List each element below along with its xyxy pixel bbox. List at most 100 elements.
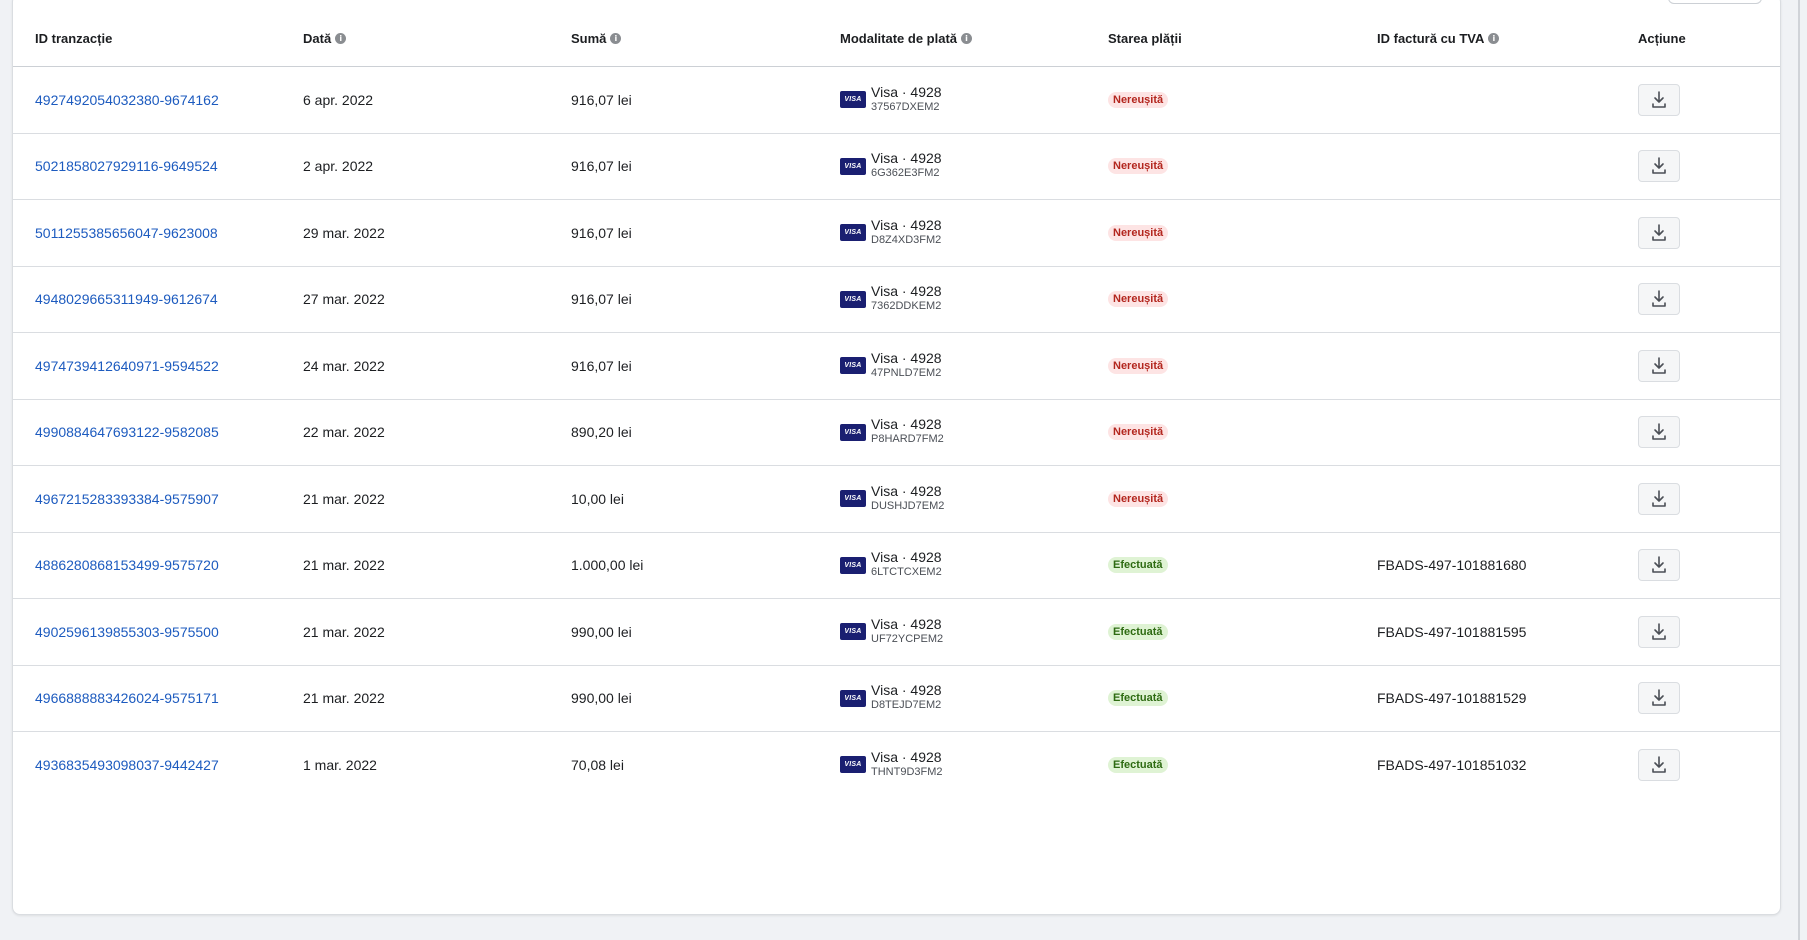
column-header-label: Modalitate de plată [840, 31, 958, 46]
cell-action [1638, 466, 1680, 532]
column-header-date: Dată i [303, 11, 347, 66]
transaction-id-link[interactable]: 4948029665311949-9612674 [35, 291, 218, 307]
cell-payment-status: Efectuată [1108, 599, 1168, 665]
cell-transaction-id: 4974739412640971-9594522 [35, 333, 219, 399]
info-icon[interactable]: i [961, 33, 973, 44]
column-header-label: Acțiune [1638, 31, 1686, 46]
cell-payment-status: Efectuată [1108, 666, 1168, 732]
column-header-label: Dată [303, 31, 332, 46]
table-row: 4902596139855303-9575500 21 mar. 2022 990,… [13, 599, 1780, 666]
download-icon [1652, 755, 1666, 773]
payment-reference: D8Z4XD3FM2 [871, 233, 942, 246]
download-icon [1652, 622, 1666, 640]
download-button[interactable] [1638, 349, 1680, 382]
transaction-id-link[interactable]: 4966888883426024-9575171 [35, 690, 219, 706]
payment-reference: 47PNLD7EM2 [871, 366, 942, 379]
column-header-payment-status: Starea plății [1108, 11, 1182, 66]
transaction-id-link[interactable]: 4902596139855303-9575500 [35, 624, 219, 640]
payment-reference: DUSHJD7EM2 [871, 499, 945, 512]
transactions-table: ID tranzacție Dată i Sumă i Modalitate de pla… [12, 0, 1781, 915]
cell-date: 24 mar. 2022 [303, 357, 385, 374]
visa-card-icon: VISA [840, 623, 866, 641]
visa-card-icon: VISA [840, 224, 866, 242]
payment-reference: D8TEJD7EM2 [871, 699, 942, 712]
download-icon [1652, 223, 1666, 241]
payment-method-label: Visa · 4928 [871, 283, 942, 300]
cell-action [1638, 134, 1680, 200]
cell-payment-status: Nereușită [1108, 67, 1169, 133]
download-button[interactable] [1638, 682, 1680, 715]
cell-date: 6 apr. 2022 [303, 91, 374, 108]
page-scrollbar[interactable] [1798, 0, 1800, 940]
download-button[interactable] [1638, 748, 1680, 781]
payment-method: VISA Visa · 4928 7362DDKEM2 [840, 284, 942, 314]
table-row: 5011255385656047-9623008 29 mar. 2022 916,… [13, 200, 1780, 267]
cell-payment-method: VISA Visa · 4928 37567DXEM2 [840, 67, 942, 133]
transaction-id-link[interactable]: 4967215283393384-9575907 [35, 491, 219, 507]
cell-vat-invoice-id: FBADS-497-101851032 [1377, 756, 1527, 773]
table-row: 4936835493098037-9442427 1 mar. 2022 70,08… [13, 732, 1780, 798]
transaction-id-link[interactable]: 5021858027929116-9649524 [35, 158, 218, 174]
download-button[interactable] [1638, 482, 1680, 515]
visa-card-icon: VISA [840, 357, 866, 375]
top-control-edge[interactable] [1668, 0, 1762, 4]
cell-date: 21 mar. 2022 [303, 690, 385, 707]
cell-payment-status: Efectuată [1108, 732, 1168, 798]
cell-transaction-id: 4927492054032380-9674162 [35, 67, 219, 133]
download-button[interactable] [1638, 549, 1680, 582]
status-badge: Efectuată [1108, 623, 1168, 640]
payment-method: VISA Visa · 4928 6G362E3FM2 [840, 151, 942, 181]
cell-payment-method: VISA Visa · 4928 D8Z4XD3FM2 [840, 200, 942, 266]
cell-date: 2 apr. 2022 [303, 158, 374, 175]
info-icon[interactable]: i [1488, 33, 1500, 44]
visa-card-icon: VISA [840, 91, 866, 109]
column-header-vat-invoice-id: ID factură cu TVA i [1377, 11, 1500, 66]
cell-payment-method: VISA Visa · 4928 7362DDKEM2 [840, 267, 942, 333]
info-icon[interactable]: i [610, 33, 622, 44]
cell-amount: 70,08 lei [571, 756, 624, 773]
cell-transaction-id: 5011255385656047-9623008 [35, 200, 218, 266]
cell-action [1638, 666, 1680, 732]
cell-payment-method: VISA Visa · 4928 47PNLD7EM2 [840, 333, 942, 399]
download-icon [1652, 90, 1666, 108]
cell-transaction-id: 4967215283393384-9575907 [35, 466, 219, 532]
cell-transaction-id: 4948029665311949-9612674 [35, 267, 218, 333]
download-button[interactable] [1638, 83, 1680, 116]
cell-transaction-id: 4936835493098037-9442427 [35, 732, 219, 798]
payment-method-label: Visa · 4928 [871, 615, 942, 632]
transaction-id-link[interactable]: 5011255385656047-9623008 [35, 225, 218, 241]
payment-reference: P8HARD7FM2 [871, 433, 944, 446]
payment-method-label: Visa · 4928 [871, 349, 942, 366]
payment-method: VISA Visa · 4928 47PNLD7EM2 [840, 349, 942, 381]
status-badge: Nereușită [1108, 490, 1169, 507]
download-icon [1652, 489, 1666, 507]
download-icon [1652, 356, 1666, 374]
cell-payment-status: Nereușită [1108, 400, 1169, 466]
transaction-id-link[interactable]: 4927492054032380-9674162 [35, 92, 219, 108]
cell-payment-method: VISA Visa · 4928 P8HARD7FM2 [840, 400, 944, 466]
transaction-id-link[interactable]: 4886280868153499-9575720 [35, 557, 219, 573]
cell-date: 21 mar. 2022 [303, 557, 385, 574]
transaction-id-link[interactable]: 4936835493098037-9442427 [35, 757, 219, 773]
download-icon [1652, 290, 1666, 308]
cell-date: 1 mar. 2022 [303, 756, 377, 773]
payment-method: VISA Visa · 4928 DUSHJD7EM2 [840, 483, 945, 514]
download-button[interactable] [1638, 216, 1680, 249]
transaction-id-link[interactable]: 4974739412640971-9594522 [35, 358, 219, 374]
cell-transaction-id: 4902596139855303-9575500 [35, 599, 219, 665]
cell-amount: 916,07 lei [571, 357, 632, 374]
status-badge: Nereușită [1108, 224, 1169, 241]
column-header-action: Acțiune [1638, 11, 1686, 66]
payment-reference: 6LTCTCXEM2 [871, 566, 942, 579]
download-button[interactable] [1638, 283, 1680, 316]
column-header-label: ID factură cu TVA [1377, 31, 1485, 46]
transaction-id-link[interactable]: 4990884647693122-9582085 [35, 424, 219, 440]
download-button[interactable] [1638, 416, 1680, 449]
cell-transaction-id: 5021858027929116-9649524 [35, 134, 218, 200]
download-icon [1652, 423, 1666, 441]
info-icon[interactable]: i [335, 33, 347, 44]
cell-payment-status: Nereușită [1108, 134, 1169, 200]
download-button[interactable] [1638, 615, 1680, 648]
download-button[interactable] [1638, 150, 1680, 183]
download-icon [1652, 689, 1666, 707]
